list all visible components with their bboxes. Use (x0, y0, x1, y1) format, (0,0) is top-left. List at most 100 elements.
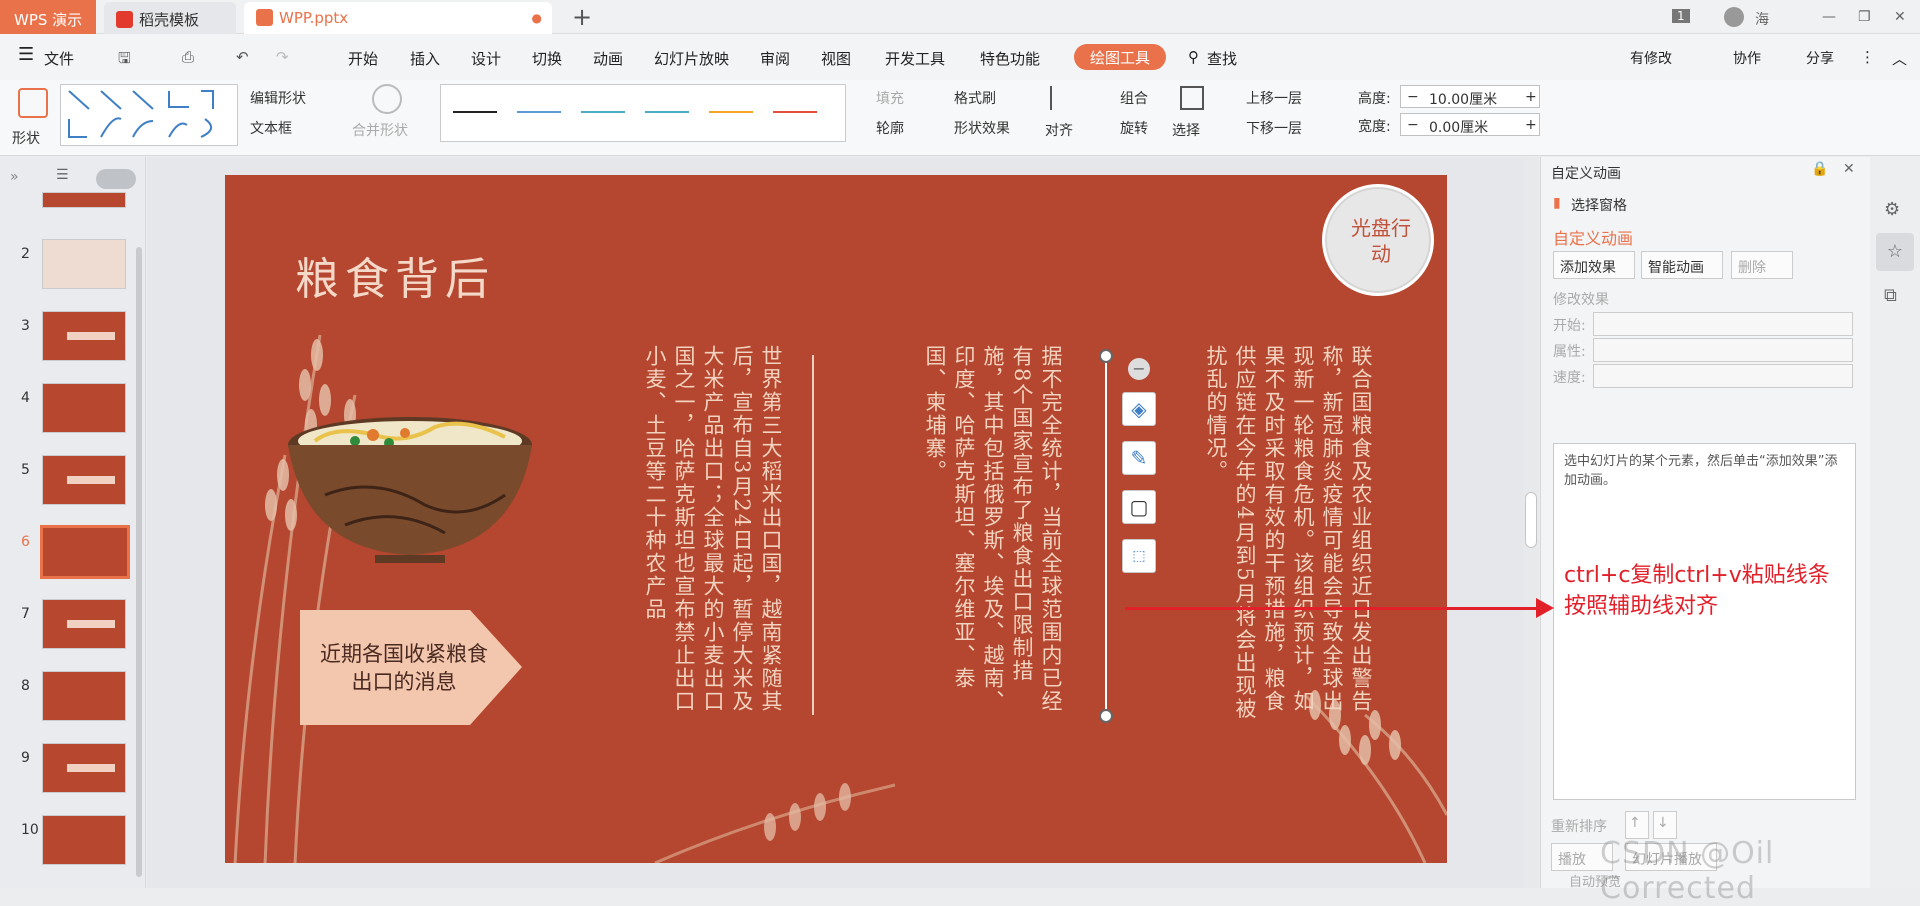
menu-home[interactable]: 开始 (348, 48, 378, 69)
property-select[interactable] (1593, 338, 1853, 362)
text-column-1[interactable]: 联合国粮食及农业组织近日发出警告称，新冠肺炎疫情可能会导致全球出现新一轮粮食危机… (1165, 345, 1375, 725)
share-button[interactable]: 分享 (1806, 48, 1834, 68)
menu-search[interactable]: 查找 (1207, 48, 1237, 69)
restore-icon[interactable]: ❐ (1858, 9, 1871, 25)
fill-button[interactable]: 填充 (876, 88, 904, 108)
menu-developer[interactable]: 开发工具 (885, 48, 945, 69)
line-handle-bottom[interactable] (1099, 709, 1113, 723)
canvas-scrollbar[interactable] (1523, 157, 1539, 888)
thumbnail-scrollbar[interactable] (136, 247, 142, 877)
move-up-icon[interactable]: ↑ (1625, 811, 1649, 839)
avatar[interactable] (1724, 7, 1744, 27)
outline-button[interactable]: 轮廓 (876, 118, 904, 138)
menu-animation[interactable]: 动画 (593, 48, 623, 69)
redo-icon[interactable]: ↷ (276, 48, 289, 66)
line-style-gallery[interactable] (440, 84, 846, 142)
print-icon[interactable]: ⎙ (182, 48, 194, 66)
layers-icon[interactable]: ◈ (1122, 392, 1156, 426)
unsaved-dot-icon[interactable]: ● (532, 11, 542, 25)
menu-design[interactable]: 设计 (471, 48, 501, 69)
slide-thumb-1[interactable] (42, 192, 126, 208)
undo-icon[interactable]: ↶ (236, 48, 249, 66)
shape-icon[interactable] (18, 88, 48, 118)
add-effect-button[interactable]: 添加效果 (1553, 251, 1635, 279)
divider-line[interactable] (812, 355, 814, 715)
text-frame-icon[interactable]: ⬚ (1122, 539, 1156, 573)
collapse-toolbar-icon[interactable]: − (1128, 358, 1150, 380)
menu-slideshow[interactable]: 幻灯片放映 (654, 48, 729, 69)
current-slide[interactable]: 粮食背后 光盘行动 联合国粮食及农业组织近日发出警告称，新冠肺炎疫情可能会导致全… (225, 175, 1447, 863)
menu-review[interactable]: 审阅 (760, 48, 790, 69)
height-field[interactable]: − 10.00厘米 + (1400, 85, 1540, 108)
save-icon[interactable]: 🖫 (118, 48, 131, 73)
merge-shape-button[interactable]: 合并形状 (352, 120, 408, 140)
badge-count[interactable]: 1 (1672, 9, 1690, 23)
slide-thumb-6[interactable] (40, 525, 130, 579)
scroll-thumb[interactable] (1525, 492, 1537, 548)
rotate-button[interactable]: 旋转 (1120, 118, 1148, 138)
menu-drawing-tools[interactable]: 绘图工具 (1074, 44, 1166, 70)
increment-icon[interactable]: + (1525, 89, 1537, 105)
group-button[interactable]: 组合 (1120, 88, 1148, 108)
decrement-icon[interactable]: − (1407, 89, 1419, 105)
more-icon[interactable]: ⋮ (1860, 48, 1875, 66)
slide-thumb-9[interactable] (42, 743, 126, 793)
collaborate-button[interactable]: 协作 (1733, 48, 1761, 68)
copy-icon[interactable]: ⧉ (1884, 285, 1897, 306)
speed-select[interactable] (1593, 364, 1853, 388)
select-button[interactable]: 选择 (1172, 120, 1200, 140)
slide-thumb-10[interactable] (42, 815, 126, 865)
modified-status[interactable]: 有修改 (1630, 48, 1672, 68)
line-style-swatch[interactable] (581, 111, 625, 113)
shape-button[interactable]: 形状 (12, 128, 40, 148)
line-style-swatch[interactable] (645, 111, 689, 113)
delete-button[interactable]: 删除 (1731, 251, 1793, 279)
textbox-button[interactable]: 文本框 (250, 118, 292, 138)
line-style-swatch[interactable] (517, 111, 561, 113)
increment-icon[interactable]: + (1525, 117, 1537, 133)
pentagon-arrow-shape[interactable]: 近期各国收紧粮食出口的消息 (300, 610, 522, 725)
menu-view[interactable]: 视图 (821, 48, 851, 69)
expand-icon[interactable]: » (10, 169, 19, 185)
hamburger-icon[interactable]: ☰ (18, 44, 34, 65)
line-style-swatch[interactable] (709, 111, 753, 113)
text-column-2[interactable]: 据不完全统计，当前全球范围内已经有8个国家宣布了粮食出口限制措施，其中包括俄罗斯… (885, 345, 1065, 725)
minimize-icon[interactable]: — (1822, 9, 1836, 25)
line-handle-top[interactable] (1099, 349, 1113, 363)
selected-line[interactable] (1105, 356, 1107, 716)
close-panel-icon[interactable]: ✕ (1843, 161, 1855, 177)
new-tab-button[interactable]: + (572, 3, 592, 31)
menu-transition[interactable]: 切换 (532, 48, 562, 69)
line-style-swatch[interactable] (773, 111, 817, 113)
send-backward-button[interactable]: 下移一层 (1246, 118, 1302, 138)
slide-thumb-3[interactable] (42, 311, 126, 361)
menu-file[interactable]: 文件 (44, 48, 74, 69)
app-tab[interactable]: WPS 演示 (0, 0, 96, 34)
search-icon[interactable]: ⚲ (1188, 48, 1199, 66)
slide-title[interactable]: 粮食背后 (295, 243, 495, 307)
slide-thumb-4[interactable] (42, 383, 126, 433)
lock-icon[interactable]: 🔒 (1811, 161, 1828, 177)
align-button[interactable]: 对齐 (1045, 120, 1073, 140)
smart-animation-button[interactable]: 智能动画 (1641, 251, 1723, 279)
decrement-icon[interactable]: − (1407, 117, 1419, 133)
start-select[interactable] (1593, 312, 1853, 336)
outline-view-icon[interactable]: ☰ (56, 167, 69, 183)
close-icon[interactable]: ✕ (1894, 9, 1906, 25)
line-style-swatch[interactable] (453, 111, 497, 113)
outline-icon[interactable]: ▢ (1122, 490, 1156, 524)
tab-wpp[interactable]: WPP.pptx ● (244, 2, 552, 34)
edit-shape-button[interactable]: 编辑形状 (250, 88, 306, 108)
move-down-icon[interactable]: ↓ (1653, 811, 1677, 839)
format-painter-button[interactable]: 格式刷 (954, 88, 996, 108)
slide-thumb-2[interactable] (42, 239, 126, 289)
slide-view-toggle[interactable] (96, 169, 136, 189)
text-column-3[interactable]: 世界第三大稻米出口国，越南紧随其后，宣布自3月24日起，暂停大米及大米产品出口；… (605, 345, 785, 725)
settings-icon[interactable]: ⚙ (1884, 199, 1900, 220)
collapse-ribbon-icon[interactable]: ︿ (1892, 48, 1907, 69)
tab-daoke[interactable]: 稻壳模板 (104, 2, 236, 34)
shape-effect-button[interactable]: 形状效果 (954, 118, 1010, 138)
slide-thumb-8[interactable] (42, 671, 126, 721)
animation-star-icon[interactable]: ☆ (1876, 233, 1914, 271)
line-shape-gallery[interactable] (60, 84, 238, 146)
